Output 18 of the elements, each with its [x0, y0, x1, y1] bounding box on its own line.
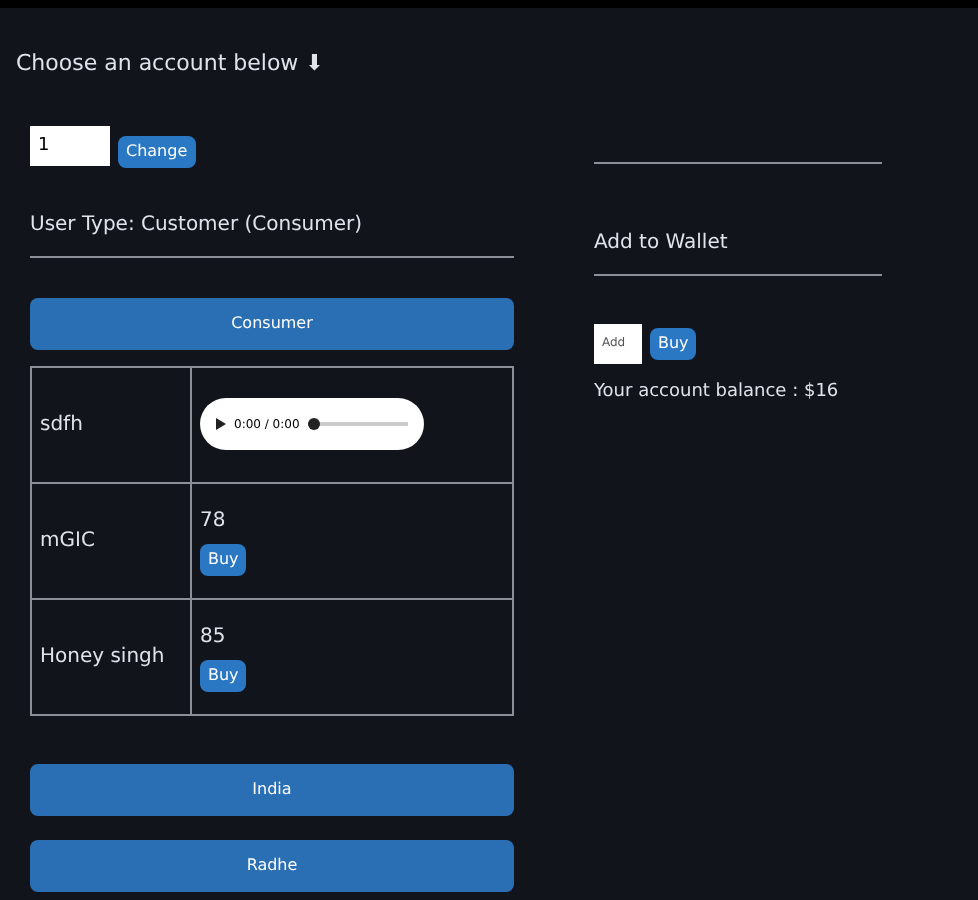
buy-button[interactable]: Buy — [200, 659, 247, 691]
buy-button[interactable]: Buy — [200, 543, 247, 575]
action-button[interactable]: India — [30, 763, 514, 815]
action-button[interactable]: Radhe — [30, 839, 514, 891]
price-text: 78 — [200, 507, 226, 535]
page-heading: Choose an account below ⬇ — [16, 48, 326, 80]
name-cell: Honey singh — [31, 598, 191, 714]
account-field[interactable]: 1 — [30, 125, 110, 165]
name-cell: sdfh — [31, 366, 191, 482]
name-cell: mGIC — [31, 482, 191, 598]
play-icon[interactable] — [216, 418, 226, 430]
user-type-text: User Type: Customer (Consumer) — [30, 209, 514, 257]
consumer-button[interactable]: Consumer — [30, 297, 514, 349]
balance-text: Your account balance : $16 — [594, 379, 841, 405]
wallet-buy-button[interactable]: Buy — [650, 327, 697, 359]
price-text: 85 — [200, 623, 226, 651]
change-button[interactable]: Change — [118, 135, 196, 167]
wallet-title: Add to Wallet — [594, 227, 882, 275]
